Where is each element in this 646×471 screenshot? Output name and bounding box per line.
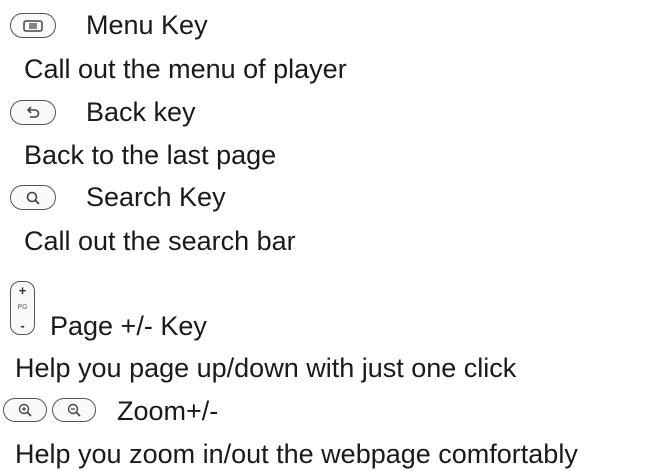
page-key-description: Help you page up/down with just one clic… [15,353,517,383]
page-pg-label: PG [17,304,28,311]
page-key-title: Page +/- Key [50,311,207,341]
zoom-keys-title: Zoom+/- [117,396,219,426]
zoom-in-key-icon [3,398,47,422]
page-minus-glyph: - [20,318,25,333]
back-key-description: Back to the last page [24,140,277,170]
menu-key-description: Call out the menu of player [24,54,347,84]
back-key-icon [10,100,56,125]
page-key-icon: + PG - [10,281,35,335]
menu-key-title: Menu Key [86,10,208,40]
zoom-keys-description: Help you zoom in/out the webpage comfort… [15,439,578,469]
search-key-description: Call out the search bar [24,226,296,256]
zoom-out-key-icon [52,398,96,422]
back-key-title: Back key [86,97,196,127]
search-key-icon [10,185,56,210]
menu-key-icon [10,13,56,38]
page-plus-glyph: + [18,283,27,298]
search-key-title: Search Key [86,182,226,212]
